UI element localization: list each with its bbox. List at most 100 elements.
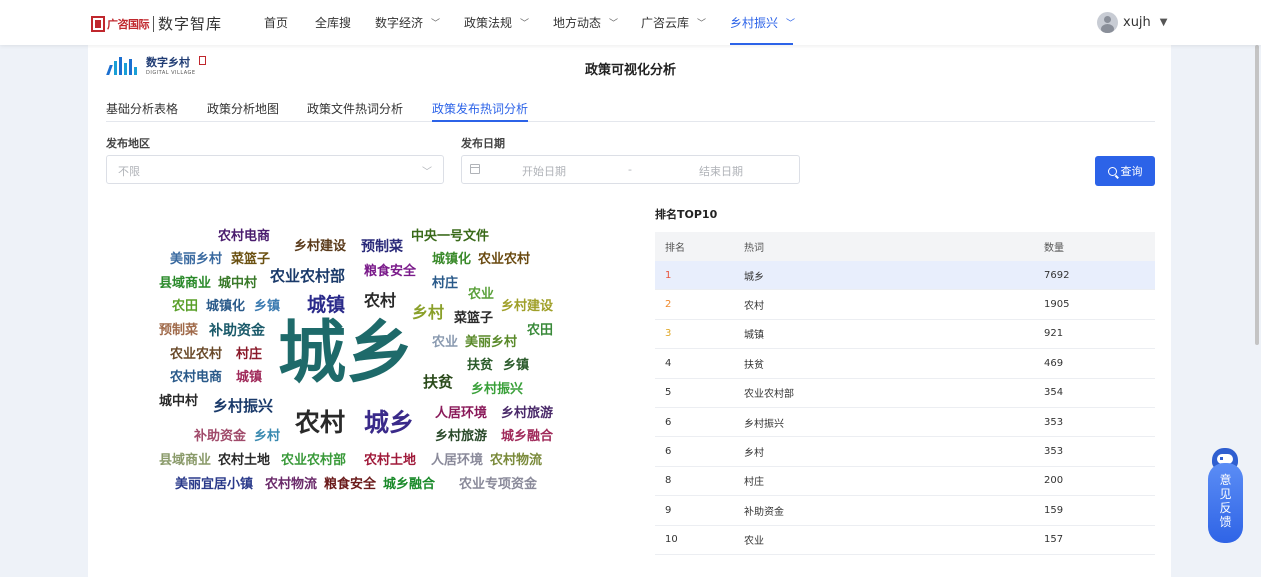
page-scrollbar[interactable] [1255,45,1259,345]
rank-cell: 4 [665,357,672,369]
user-name: xujh [1123,15,1151,30]
header-rank: 排名 [665,243,685,254]
nav-label: 政策法规 [464,16,513,30]
nav-active-indicator [730,43,793,45]
table-row[interactable]: 2 农村 1905 [655,290,1155,320]
nav-label: 地方动态 [553,16,602,30]
rank-cell: 6 [665,446,672,458]
nav-item-digital-economy[interactable]: 数字经济 ﹀ [375,14,440,31]
cloud-word: 乡镇 [503,358,530,373]
cloud-word: 乡村建设 [294,239,347,254]
nav-item-search-all[interactable]: 全库搜 [315,14,351,31]
query-button[interactable]: 查询 [1095,156,1155,186]
end-date-input[interactable]: 结束日期 [699,163,743,179]
table-row[interactable]: 8 村庄 200 [655,467,1155,497]
rank-cell: 5 [665,387,672,399]
table-row[interactable]: 9 补助资金 159 [655,496,1155,526]
header-count: 数量 [1044,243,1064,254]
feedback-label: 意见反馈 [1219,473,1232,529]
nav-label: 乡村振兴 [730,16,779,30]
nav-label: 首页 [264,16,289,30]
cloud-word: 乡村振兴 [213,397,274,415]
cloud-word: 粮食安全 [324,477,377,492]
analysis-tabs: 基础分析表格 政策分析地图 政策文件热词分析 政策发布热词分析 [106,100,1155,122]
tab-file-hotwords[interactable]: 政策文件热词分析 [307,100,403,122]
feedback-button[interactable]: 意见反馈 [1208,463,1243,543]
cloud-word: 扶贫 [423,373,454,391]
table-row[interactable]: 6 乡村振兴 353 [655,408,1155,438]
cloud-word: 扶贫 [467,358,494,373]
avatar [1097,12,1118,33]
cloud-word: 菜篮子 [231,252,271,267]
table-row[interactable]: 10 农业 157 [655,526,1155,555]
count-cell: 159 [1044,504,1064,516]
cloud-word: 农业农村 [170,347,223,362]
cloud-word: 美丽宜居小镇 [175,477,254,492]
count-cell: 157 [1044,534,1064,546]
region-label: 发布地区 [106,137,150,150]
count-cell: 7692 [1044,269,1070,281]
word-cell: 农村 [744,301,764,313]
cloud-word: 粮食安全 [364,264,417,279]
region-select[interactable]: 不限 ﹀ [106,155,444,184]
date-range-picker[interactable]: 开始日期 - 结束日期 [461,155,800,184]
table-row[interactable]: 1 城乡 7692 [655,261,1155,291]
cloud-word: 城乡融合 [501,429,554,444]
date-label: 发布日期 [461,137,505,150]
cloud-word: 乡村 [254,429,281,444]
word-cell: 农业农村部 [744,389,794,401]
cloud-word: 农业农村 [478,252,531,267]
brand-small-text: 广咨国际 [107,17,150,31]
calendar-icon [470,164,480,174]
nav-item-local-news[interactable]: 地方动态 ﹀ [553,14,618,31]
start-date-input[interactable]: 开始日期 [522,163,566,179]
tab-publish-hotwords[interactable]: 政策发布热词分析 [432,100,529,122]
cloud-word: 农业 [432,335,459,350]
count-cell: 353 [1044,416,1064,428]
nav-item-home[interactable]: 首页 [264,14,288,31]
range-separator: - [628,163,632,176]
cloud-word: 预制菜 [159,323,199,338]
region-select-value: 不限 [118,165,140,178]
word-cell: 城乡 [744,271,764,283]
word-cell: 村庄 [744,477,764,489]
top10-table: 排名 热词 数量 1 城乡 7692 2 农村 1905 3 城镇 921 4 扶贫 469 5… [655,232,1155,555]
brand-logo[interactable]: 广咨国际 数字智库 [91,13,222,34]
brand-mark-icon [91,15,105,32]
table-row[interactable]: 6 乡村 353 [655,437,1155,467]
table-header: 排名 热词 数量 [655,232,1155,261]
nav-label: 广咨云库 [641,16,690,30]
count-cell: 200 [1044,475,1064,487]
cloud-word: 乡村旅游 [501,406,554,421]
cloud-word: 县域商业 [159,453,212,468]
user-menu[interactable]: xujh ▼ [1097,12,1168,33]
cloud-word: 城中村 [218,276,258,291]
cloud-word: 中央一号文件 [411,229,490,244]
rank-cell: 3 [665,328,672,340]
tab-policy-map[interactable]: 政策分析地图 [207,100,279,122]
cloud-word: 村庄 [236,347,263,362]
cloud-word: 农村电商 [218,229,271,244]
count-cell: 1905 [1044,299,1070,311]
nav-label: 全库搜 [315,16,352,30]
cloud-word: 美丽乡村 [465,335,518,350]
chevron-down-icon: ﹀ [431,19,441,29]
cloud-word: 乡村旅游 [435,429,488,444]
chevron-down-icon: ﹀ [422,167,432,178]
nav-item-policy[interactable]: 政策法规 ﹀ [464,14,529,31]
table-row[interactable]: 5 农业农村部 354 [655,379,1155,408]
word-cell: 扶贫 [744,359,764,371]
page-title: 政策可视化分析 [0,59,1261,78]
rank-cell: 9 [665,504,672,516]
cloud-word: 菜篮子 [454,311,494,326]
table-row[interactable]: 4 扶贫 469 [655,349,1155,379]
table-row[interactable]: 3 城镇 921 [655,320,1155,350]
tab-basic-table[interactable]: 基础分析表格 [106,100,178,122]
word-cloud: 农村电商 乡村建设 预制菜 中央一号文件 美丽乡村 菜篮子 城镇化 农业农村 县… [150,220,570,510]
count-cell: 353 [1044,446,1064,458]
nav-item-rural-revitalization[interactable]: 乡村振兴 ﹀ [730,14,795,31]
nav-item-cloud-library[interactable]: 广咨云库 ﹀ [641,14,706,31]
chevron-down-icon: ﹀ [609,19,619,29]
cloud-word: 城镇化 [432,252,472,267]
word-cell: 农业 [744,536,764,548]
